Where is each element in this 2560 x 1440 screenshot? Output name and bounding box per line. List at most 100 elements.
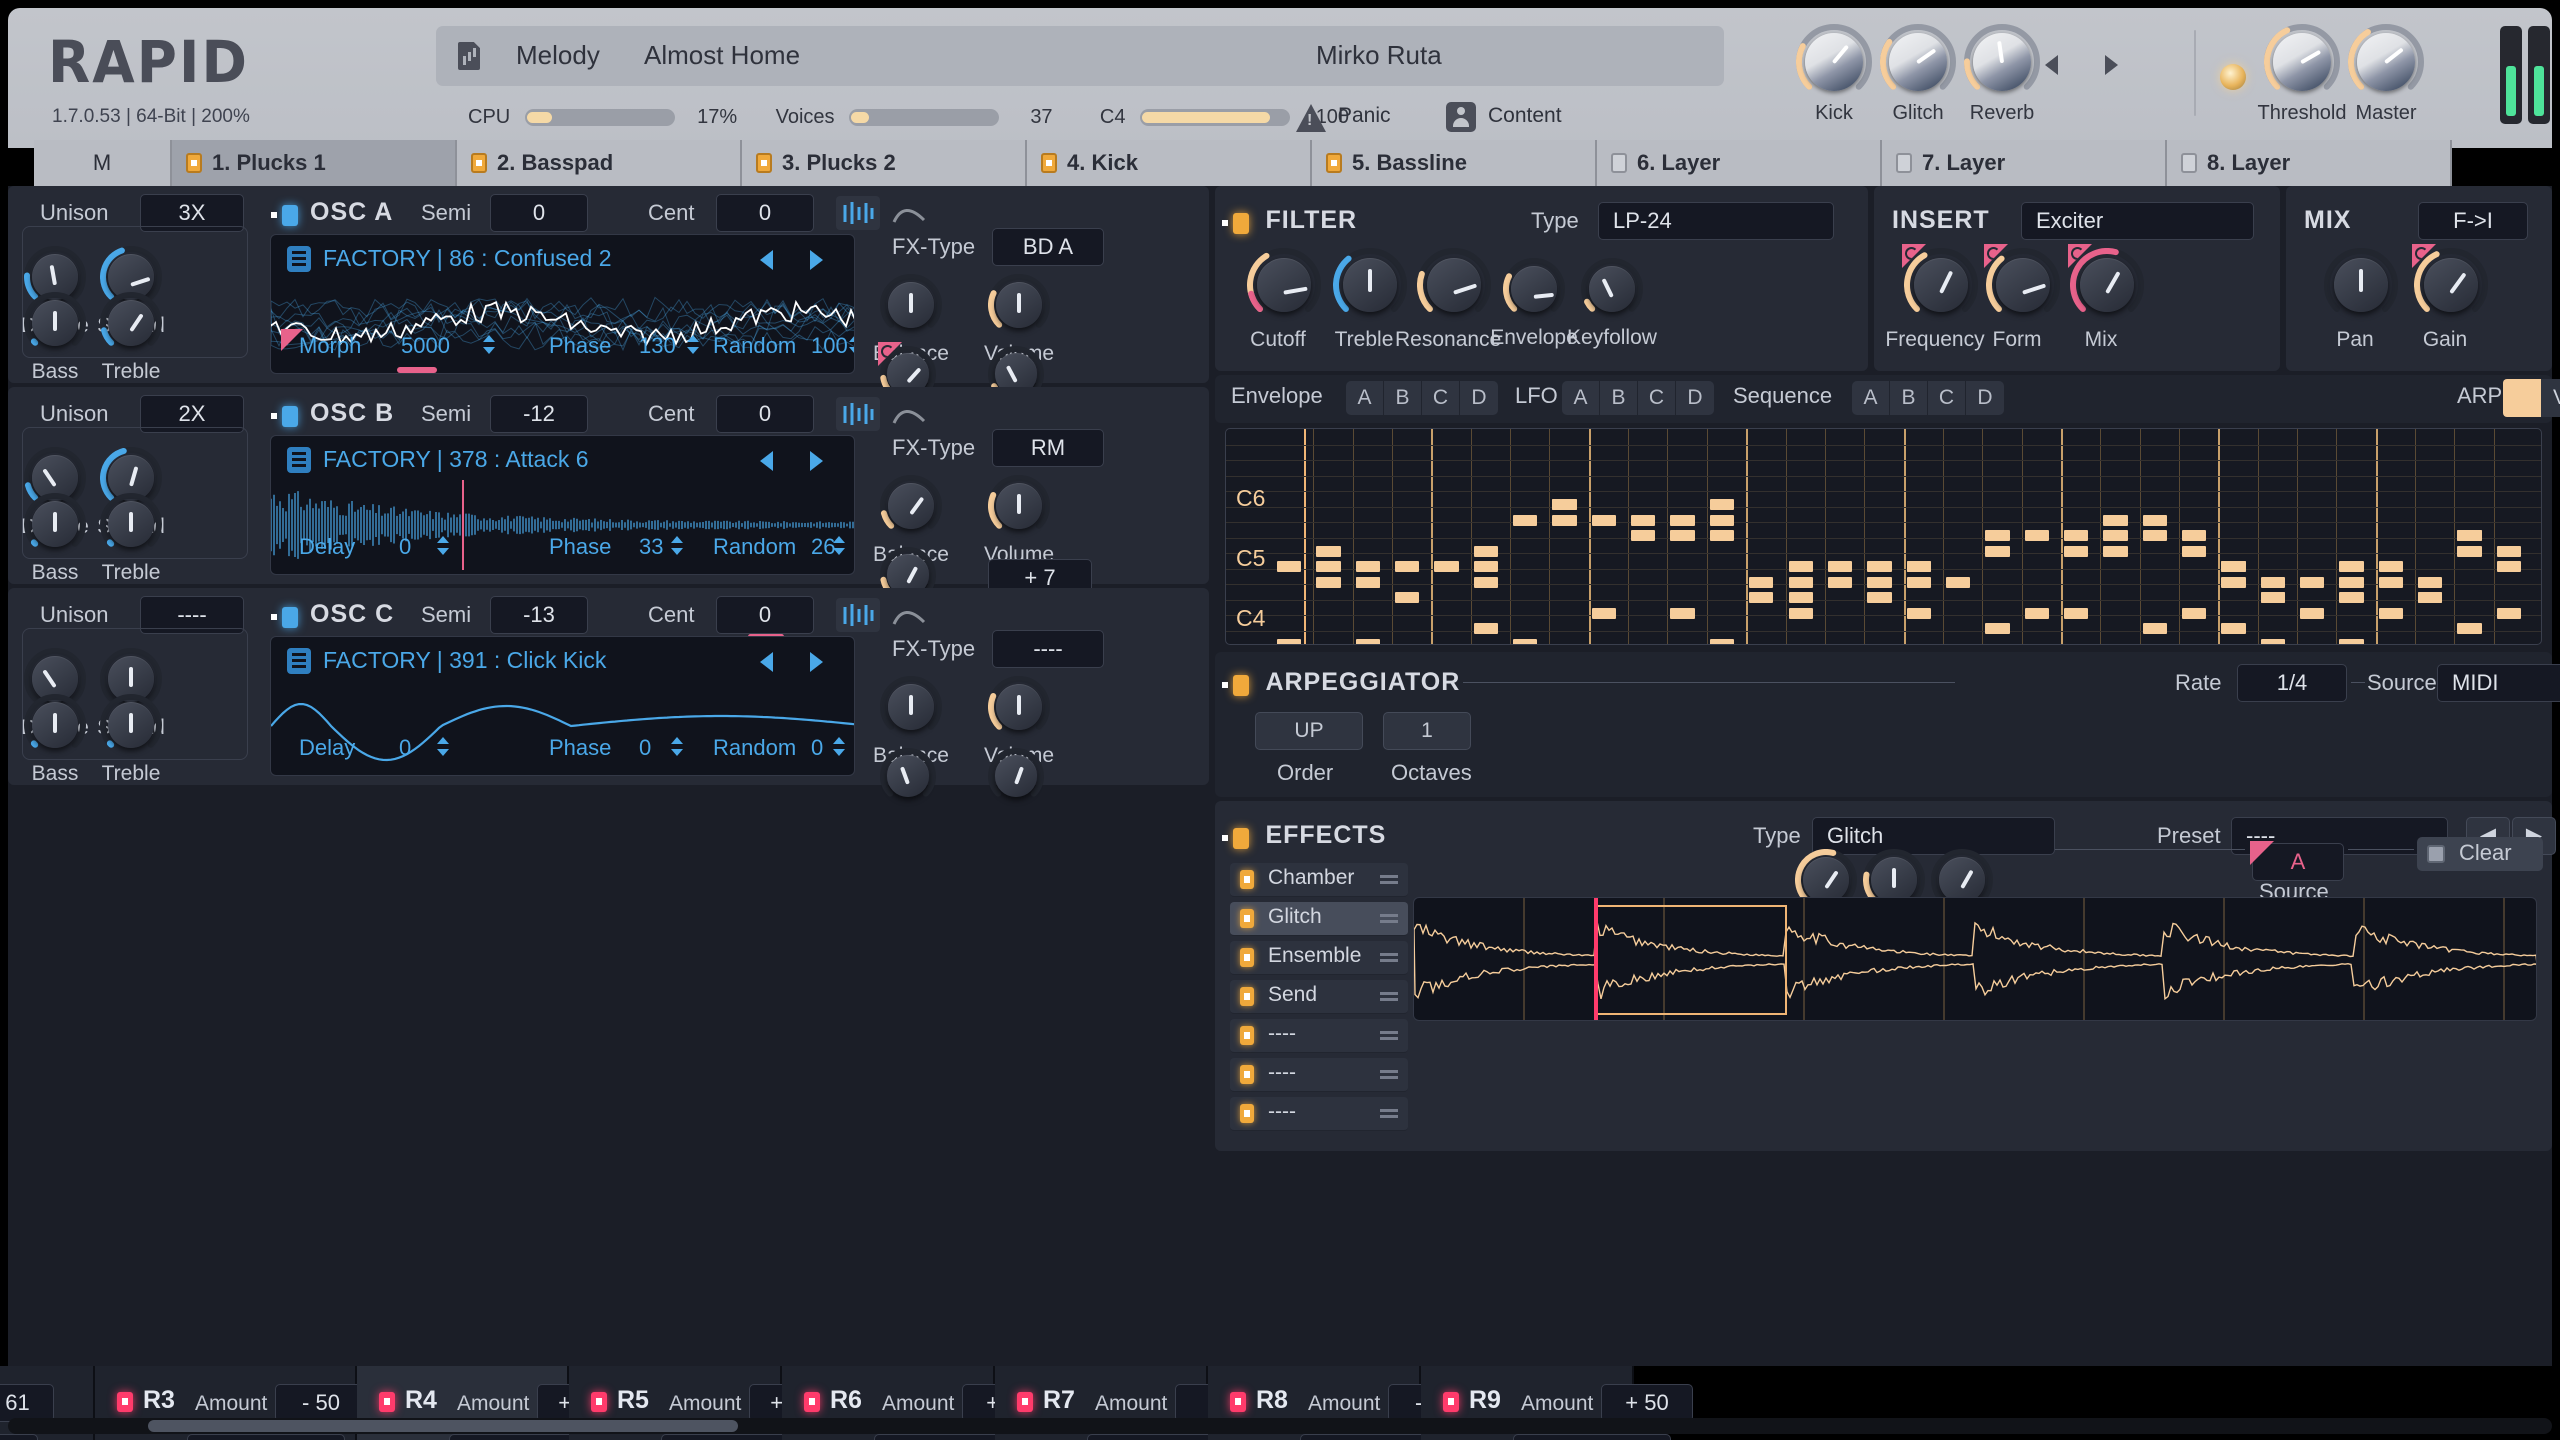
tab-enable-led[interactable]: [1041, 153, 1057, 173]
panic-button[interactable]: Panic: [1296, 104, 1391, 132]
wave-prev-button[interactable]: [751, 243, 785, 277]
header-knob-kick[interactable]: Kick: [1788, 24, 1880, 125]
effect-slot-1[interactable]: Chamber: [1230, 863, 1408, 897]
mod-row-led[interactable]: [1017, 1392, 1033, 1412]
wave-bank-icon[interactable]: [287, 648, 311, 674]
tab-enable-led[interactable]: [2181, 153, 2197, 173]
knob-resonance[interactable]: Resonance: [1395, 248, 1501, 351]
oscillator-wave-display[interactable]: FACTORY | 378 : Attack 6 Delay 0 Phase 33 Ran…: [270, 435, 855, 575]
amount-value[interactable]: + 61: [0, 1384, 54, 1422]
osc-c-extra-knob-2[interactable]: [988, 748, 1044, 804]
source-value[interactable]: [0, 1434, 38, 1440]
mod-row-led[interactable]: [1230, 1392, 1246, 1412]
envelope-option-c[interactable]: C: [1422, 381, 1460, 415]
scrollbar-thumb[interactable]: [148, 1420, 738, 1432]
effect-slot-drag-handle[interactable]: [1380, 1070, 1398, 1073]
oscillator-power-led[interactable]: [282, 406, 298, 428]
effect-slot-led[interactable]: [1240, 870, 1254, 889]
semi-value[interactable]: 0: [490, 194, 588, 232]
param1-value[interactable]: 5000: [401, 333, 450, 359]
effect-slot-led[interactable]: [1240, 987, 1254, 1006]
effects-waveform-display[interactable]: [1413, 897, 2537, 1021]
semi-value[interactable]: -13: [490, 596, 588, 634]
knob-cutoff[interactable]: Cutoff: [1247, 248, 1321, 351]
wave-next-button[interactable]: [801, 444, 835, 478]
fx-type-value[interactable]: RM: [992, 429, 1104, 467]
tab-enable-led[interactable]: [471, 153, 487, 173]
arp-v-toggle[interactable]: V: [2541, 379, 2560, 417]
wave-bank-icon[interactable]: [287, 447, 311, 473]
envelope-option-d[interactable]: D: [1460, 381, 1498, 415]
effect-slot-drag-handle[interactable]: [1380, 875, 1398, 878]
mod-row-led[interactable]: [117, 1392, 133, 1412]
knob-balance[interactable]: Balance: [873, 676, 949, 767]
effects-power-led[interactable]: [1233, 828, 1249, 850]
tab-3-plucks-2[interactable]: 3. Plucks 2: [742, 140, 1027, 186]
effect-slot-led[interactable]: [1240, 1026, 1254, 1045]
preset-next-button[interactable]: [2096, 48, 2130, 82]
knob-bass[interactable]: Bass: [24, 292, 86, 383]
oscillator-power-led[interactable]: [282, 607, 298, 629]
clear-checkbox[interactable]: [2427, 845, 2445, 863]
envelope-option-a[interactable]: A: [1346, 381, 1384, 415]
osc-c-extra-knob-1[interactable]: [880, 748, 936, 804]
header-knob-glitch[interactable]: Glitch: [1872, 24, 1964, 125]
lfo-option-c[interactable]: C: [1638, 381, 1676, 415]
preset-browser-bar[interactable]: Melody Almost Home Mirko Ruta: [436, 26, 2118, 86]
sequence-option-b[interactable]: B: [1890, 381, 1928, 415]
effect-slot-6[interactable]: ----: [1230, 1058, 1408, 1092]
sequence-option-d[interactable]: D: [1966, 381, 2004, 415]
mod-row-led[interactable]: [591, 1392, 607, 1412]
clear-button[interactable]: Clear: [2417, 837, 2543, 871]
mod-row-led[interactable]: [1443, 1392, 1459, 1412]
tab-1-plucks-1[interactable]: 1. Plucks 1: [172, 140, 457, 186]
tab-enable-led[interactable]: [1896, 153, 1912, 173]
tab-5-bassline[interactable]: 5. Bassline: [1312, 140, 1597, 186]
effect-slot-led[interactable]: [1240, 1065, 1254, 1084]
semi-value[interactable]: -12: [490, 395, 588, 433]
amount-value[interactable]: + 50: [1601, 1384, 1693, 1422]
arp-order-value[interactable]: UP: [1255, 712, 1363, 750]
tab-enable-led[interactable]: [186, 153, 202, 173]
effect-slot-led[interactable]: [1240, 1104, 1254, 1123]
effect-slot-drag-handle[interactable]: [1380, 953, 1398, 956]
param2-value[interactable]: 33: [639, 534, 663, 560]
insert-type-value[interactable]: Exciter: [2021, 202, 2254, 240]
envelope-selector[interactable]: ABCD: [1346, 381, 1498, 415]
tab-enable-led[interactable]: [1611, 153, 1627, 173]
tab-6-layer[interactable]: 6. Layer: [1597, 140, 1882, 186]
effect-slot-led[interactable]: [1240, 909, 1254, 928]
lfo-selector[interactable]: ABCD: [1562, 381, 1714, 415]
param3-value[interactable]: 26: [811, 534, 835, 560]
sequence-option-c[interactable]: C: [1928, 381, 1966, 415]
wave-prev-button[interactable]: [751, 444, 785, 478]
sequence-option-a[interactable]: A: [1852, 381, 1890, 415]
arpeggiator-power-led[interactable]: [1233, 675, 1249, 697]
knob-bass[interactable]: Bass: [24, 493, 86, 584]
param3-value[interactable]: 0: [811, 735, 823, 761]
knob-bass[interactable]: Bass: [24, 694, 86, 785]
knob-volume[interactable]: Volume: [984, 475, 1054, 566]
content-button[interactable]: Content: [1446, 102, 1562, 132]
tab-2-basspad[interactable]: 2. Basspad: [457, 140, 742, 186]
effect-slot-4[interactable]: Send: [1230, 980, 1408, 1014]
envelope-option-b[interactable]: B: [1384, 381, 1422, 415]
oscillator-power-led[interactable]: [282, 205, 298, 227]
cent-value[interactable]: 0: [716, 596, 814, 634]
knob-frequency[interactable]: Frequency: [1885, 244, 1985, 351]
sequence-selector[interactable]: ABCD: [1852, 381, 2004, 415]
knob-mix[interactable]: Mix: [2068, 244, 2144, 351]
source-value[interactable]: Macro 3: [187, 1434, 345, 1440]
tab-8-layer[interactable]: 8. Layer: [2167, 140, 2452, 186]
oscillator-wave-display[interactable]: FACTORY | 86 : Confused 2 Morph 5000 Phase 1…: [270, 234, 855, 374]
lfo-option-d[interactable]: D: [1676, 381, 1714, 415]
param2-value[interactable]: 0: [639, 735, 651, 761]
wave-next-button[interactable]: [801, 243, 835, 277]
knob-form[interactable]: Form: [1984, 244, 2060, 351]
knob-volume[interactable]: Volume: [984, 274, 1054, 365]
mod-row-led[interactable]: [379, 1392, 395, 1412]
effect-slot-5[interactable]: ----: [1230, 1019, 1408, 1053]
cent-value[interactable]: 0: [716, 194, 814, 232]
effect-slot-drag-handle[interactable]: [1380, 992, 1398, 995]
horizontal-scrollbar[interactable]: [8, 1418, 2552, 1434]
